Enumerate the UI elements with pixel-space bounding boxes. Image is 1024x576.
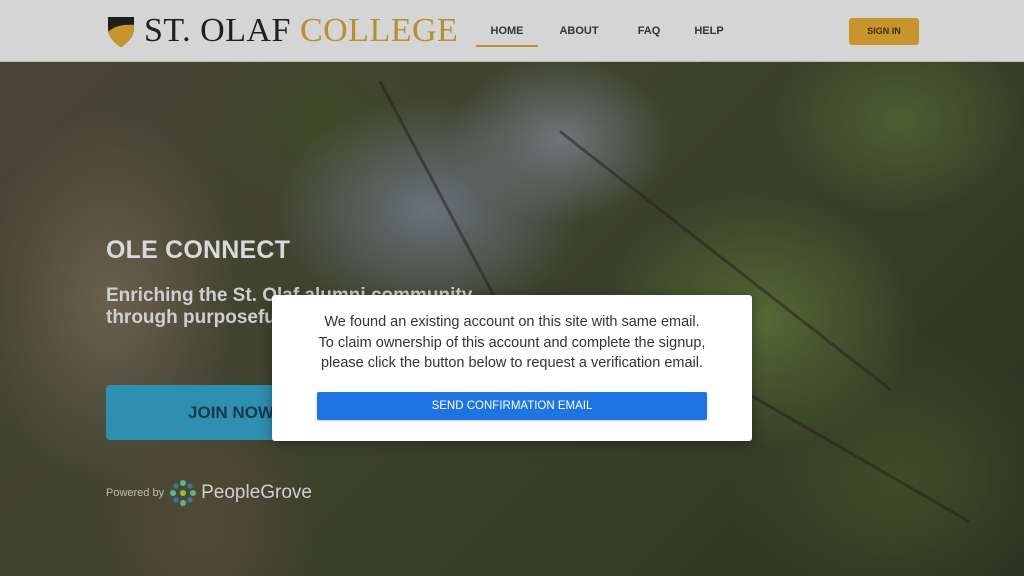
site-header: ST. OLAF COLLEGE HOME ABOUT FAQ HELP SIG… [0,0,1024,62]
nav-help[interactable]: HELP [694,0,724,62]
peoplegrove-logo-icon [170,480,197,506]
modal-message-line: We found an existing account on this sit… [324,314,700,330]
shield-icon [108,17,134,47]
hero-title: OLE CONNECT [106,236,291,264]
nav-faq[interactable]: FAQ [636,0,662,62]
powered-by[interactable]: Powered by PeopleGrove [106,478,312,508]
modal-message-line: please click the button below to request… [320,355,704,371]
college-wordmark: ST. OLAF COLLEGE [144,14,458,48]
main-nav: HOME ABOUT FAQ HELP [476,0,724,62]
sign-in-button[interactable]: SIGN IN [849,18,919,45]
nav-about[interactable]: ABOUT [558,0,600,62]
wordmark-part-1: ST. OLAF [144,12,291,49]
modal-message-line: To claim ownership of this account and c… [318,334,706,351]
existing-account-modal: We found an existing account on this sit… [272,295,752,441]
send-confirmation-email-button[interactable]: SEND CONFIRMATION EMAIL [317,392,707,420]
nav-home[interactable]: HOME [476,0,538,62]
powered-by-label: Powered by [106,487,165,499]
peoplegrove-wordmark: PeopleGrove [201,482,312,503]
modal-message: We found an existing account on this sit… [272,312,752,374]
college-logo[interactable]: ST. OLAF COLLEGE [106,12,458,50]
wordmark-part-2: COLLEGE [299,12,459,49]
